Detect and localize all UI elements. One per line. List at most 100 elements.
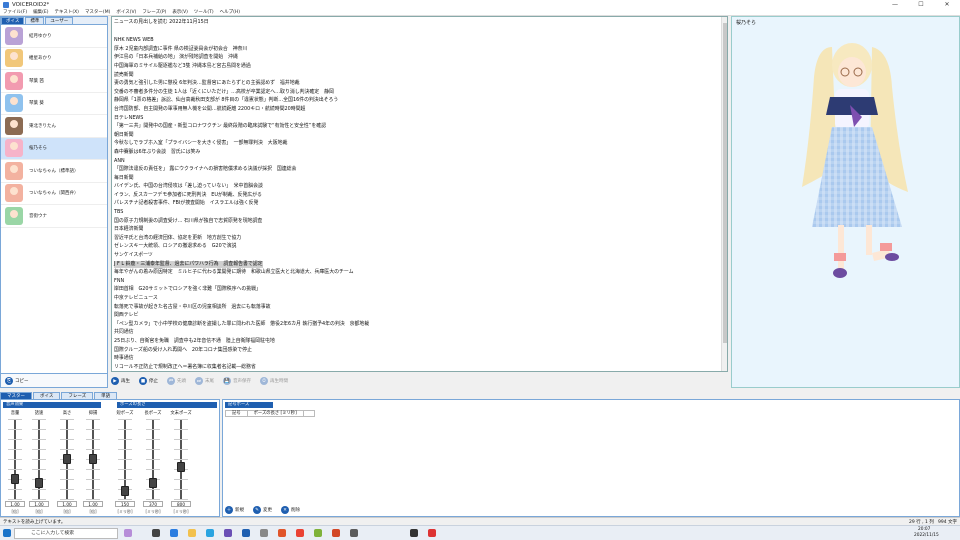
character-illustration: [802, 43, 908, 278]
column-symbol[interactable]: 記号: [226, 411, 248, 416]
toolbar-label: 音声保存: [233, 379, 251, 384]
copy-icon[interactable]: ⎘: [5, 376, 13, 385]
play-button[interactable]: ▶ 再生: [111, 377, 130, 385]
slider-knob[interactable]: [11, 474, 19, 484]
app-icon-f[interactable]: [332, 529, 340, 537]
slider-value-input[interactable]: 150: [115, 501, 135, 507]
slider-column: 短ポーズ 150 [ミリ秒]: [113, 410, 137, 516]
voice-item[interactable]: 音街ウナ: [1, 205, 107, 228]
editor-line-row: ニュースの見出しを読む 2022年11月15日: [114, 18, 725, 27]
app-icon-c[interactable]: [260, 529, 268, 537]
editor-line-row: 読売新聞: [114, 71, 725, 80]
menu-item[interactable]: ツール(T): [194, 9, 214, 15]
app-icon-i[interactable]: [428, 529, 436, 537]
tab-phrase[interactable]: フレーズ: [61, 392, 94, 399]
slider-knob[interactable]: [89, 454, 97, 464]
tab-word[interactable]: 単語: [94, 392, 118, 399]
slider-column: 文末ポーズ 800 [ミリ秒]: [169, 410, 193, 516]
slider-knob[interactable]: [63, 454, 71, 464]
slider-tick: [174, 419, 188, 420]
app-icon-a[interactable]: [224, 529, 232, 537]
chrome-icon[interactable]: [296, 529, 304, 537]
explorer-icon[interactable]: [188, 529, 196, 537]
play-time-button[interactable]: ⏱ 再生時間: [260, 377, 288, 385]
app-icon-d[interactable]: [278, 529, 286, 537]
slider-value-input[interactable]: 1.00: [5, 501, 25, 507]
tab-voice-settings[interactable]: ボイス: [33, 392, 61, 399]
character-panel: 桜乃そら: [731, 16, 960, 388]
column-pause-length[interactable]: ポーズの長さ [ミリ秒]: [248, 411, 304, 416]
slider-value-input[interactable]: 1.00: [57, 501, 77, 507]
slider-tick: [146, 489, 160, 490]
windows-start-icon[interactable]: [3, 529, 11, 537]
voice-item[interactable]: ついなちゃん（関西弁）: [1, 183, 107, 205]
text-editor[interactable]: ニュースの見出しを読む 2022年11月15日 NHK NEWS WEB 厚木 2児…: [111, 16, 728, 372]
app-icon-e[interactable]: [314, 529, 322, 537]
new-button[interactable]: ＋新規: [225, 506, 244, 514]
slider-value-input[interactable]: 1.00: [83, 501, 103, 507]
tab-user[interactable]: ユーザー: [45, 17, 74, 24]
avatar: [5, 26, 23, 45]
voice-item[interactable]: 東北きりたん: [1, 115, 107, 138]
menu-item[interactable]: フレーズ(P): [142, 9, 166, 15]
voice-item[interactable]: 紲星あかり: [1, 48, 107, 70]
close-button[interactable]: ✕: [934, 0, 960, 9]
voice-name: ついなちゃん（関西弁）: [29, 191, 79, 197]
voice-item[interactable]: 桜乃そら: [1, 137, 107, 160]
slider-tick: [146, 449, 160, 450]
slider-knob[interactable]: [177, 462, 185, 472]
taskbar-search[interactable]: ここに入力して検索: [14, 528, 118, 539]
slider-value-input[interactable]: 1.00: [29, 501, 49, 507]
minimize-button[interactable]: —: [882, 0, 908, 9]
app-icon-h[interactable]: [410, 529, 418, 537]
stop-button[interactable]: ■ 停止: [139, 377, 158, 385]
delete-button[interactable]: ✕ 削除: [281, 506, 300, 514]
go-start-button[interactable]: ⏮ 先頭: [167, 377, 186, 385]
slider-value-input[interactable]: 370: [143, 501, 163, 507]
slider-tick: [8, 459, 22, 460]
slider-knob[interactable]: [121, 486, 129, 496]
tab-master[interactable]: マスター: [0, 392, 32, 399]
editor-line-row: 岸田首相 G20サミットでロシアを強く非難「国際秩序への挑戦」: [114, 285, 725, 294]
change-button[interactable]: ✎ 変更: [253, 506, 272, 514]
editor-line: J F L 鈴鹿・三浦泰年監督、過去にパワハラ行為 調査報告書で認定: [114, 260, 263, 269]
go-end-button[interactable]: ⏭ 末尾: [195, 377, 214, 385]
slider-tick: [118, 419, 132, 420]
scroll-thumb[interactable]: [723, 23, 727, 343]
editor-line: 岸田首相 G20サミットでロシアを強く非難「国際秩序への挑戦」: [114, 286, 261, 293]
menu-item[interactable]: ファイル(F): [3, 9, 27, 15]
editor-line: 中京テレビニュース: [114, 295, 158, 301]
voiceroid-taskbar-icon[interactable]: [124, 529, 132, 537]
editor-line-row: 毎年やがんの着み原因特定 ミルヒ子に代わる業開発に期待 和歌山県立医大と北海道大…: [114, 268, 725, 277]
voice-item[interactable]: ついなちゃん（標準語）: [1, 160, 107, 183]
toolbar-label: 再生時間: [270, 379, 288, 384]
voice-name: 結月ゆかり: [29, 33, 52, 39]
maximize-button[interactable]: ☐: [908, 0, 934, 9]
editor-scrollbar[interactable]: [721, 17, 727, 371]
editor-line-row: 毎日新聞: [114, 174, 725, 183]
menu-item[interactable]: ボイス(V): [116, 9, 136, 15]
store-icon[interactable]: [206, 529, 214, 537]
menu-item[interactable]: ヘルプ(H): [220, 9, 240, 15]
task-view-icon[interactable]: [152, 529, 160, 537]
slider-knob[interactable]: [149, 478, 157, 488]
menu-item[interactable]: 編集(E): [33, 9, 48, 15]
save-audio-button[interactable]: 💾 音声保存: [223, 377, 251, 385]
app-icon-g[interactable]: [350, 529, 358, 537]
tab-voice[interactable]: ボイス: [1, 17, 25, 24]
menu-item[interactable]: マスター(M): [85, 9, 110, 15]
copy-label: コピー: [15, 378, 29, 384]
edge-icon[interactable]: [170, 529, 178, 537]
slider-knob[interactable]: [35, 478, 43, 488]
tab-standard[interactable]: 標準: [25, 17, 45, 24]
voice-item[interactable]: 琴葉 葵: [1, 93, 107, 115]
app-icon-b[interactable]: [242, 529, 250, 537]
voice-item[interactable]: 結月ゆかり: [1, 25, 107, 48]
editor-line-row: 「国際法違反の責任を」 露にウクライナへの損害賠償求める決議が採択 国連総会: [114, 165, 725, 174]
slider-value-input[interactable]: 800: [171, 501, 191, 507]
voice-item[interactable]: 琴葉 茜: [1, 70, 107, 93]
editor-line-row: 森中賽脈は6年ぶり会談 習氏には笑み: [114, 148, 725, 157]
menu-item[interactable]: 表示(V): [172, 9, 188, 15]
slider-tick: [32, 429, 46, 430]
menu-item[interactable]: テキスト(X): [54, 9, 78, 15]
